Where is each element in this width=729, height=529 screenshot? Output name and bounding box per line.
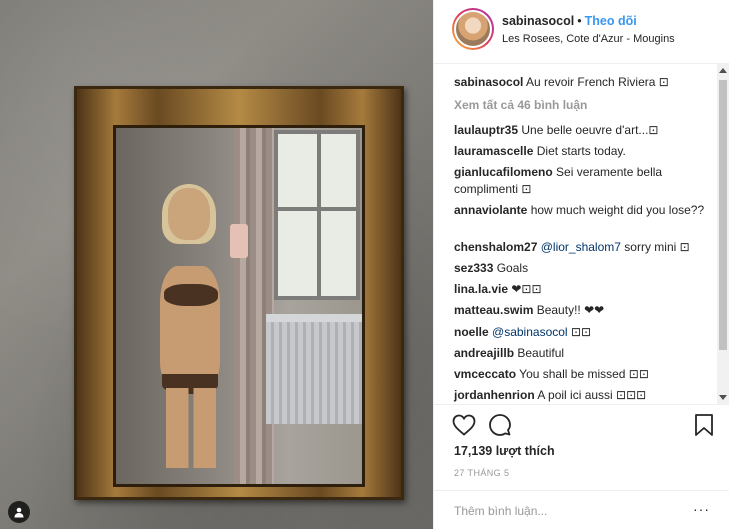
- swimwear-top: [164, 284, 218, 306]
- comment-icon-svg: [489, 414, 511, 436]
- person-icon: [14, 507, 24, 518]
- follow-button[interactable]: Theo dõi: [585, 14, 637, 28]
- comment-text: Beauty!! ❤❤: [536, 303, 605, 317]
- comment-username[interactable]: chenshalom27: [454, 240, 537, 254]
- comment-text: Beautiful: [517, 346, 565, 360]
- scroll-down-arrow-icon[interactable]: [719, 395, 727, 400]
- comment-item: noelle @sabinasocol ⊡⊡: [454, 324, 712, 341]
- comments-scrollbar[interactable]: [717, 64, 729, 404]
- user-line: sabinasocol • Theo dõi: [502, 14, 637, 28]
- comment-mention[interactable]: @lior_shalom7: [541, 240, 621, 254]
- post-photo[interactable]: [0, 0, 433, 529]
- mirror-reflection: [113, 125, 365, 487]
- comment-icon[interactable]: [488, 413, 512, 437]
- comment-username[interactable]: jordanhenrion: [454, 388, 535, 402]
- comment-item: andreajillb Beautiful: [454, 345, 712, 362]
- location-link[interactable]: Les Rosees, Cote d'Azur - Mougins: [502, 33, 675, 45]
- comment-text: ⊡⊡: [570, 325, 592, 339]
- comment-input[interactable]: [454, 501, 674, 521]
- comment-item: jordanhenrion A poil ici aussi ⊡⊡⊡: [454, 387, 712, 404]
- comment-text: sorry mini ⊡: [624, 240, 690, 254]
- scrollbar-thumb[interactable]: [719, 80, 727, 350]
- comment-text: Une belle oeuvre d'art...⊡: [521, 123, 659, 137]
- comment-text: Goals: [496, 261, 529, 275]
- comment-text: Au revoir French Riviera ⊡: [526, 75, 669, 89]
- comment-item: annaviolante how much weight did you los…: [454, 202, 712, 219]
- add-comment-bar: ···: [434, 490, 729, 529]
- avatar-image: [454, 10, 492, 48]
- comment-item: matteau.swim Beauty!! ❤❤: [454, 302, 712, 319]
- comment-list: sabinasocol Au revoir French Riviera ⊡ X…: [434, 64, 729, 404]
- window: [274, 130, 360, 300]
- heart-icon-svg: [452, 414, 476, 436]
- comment-username[interactable]: lauramascelle: [454, 144, 533, 158]
- legs: [166, 388, 216, 468]
- comment-username[interactable]: sez333: [454, 261, 493, 275]
- comment-username[interactable]: noelle: [454, 325, 489, 339]
- mirror-frame: [74, 86, 404, 500]
- action-bar: [434, 404, 729, 442]
- comment-username[interactable]: lina.la.vie: [454, 282, 508, 296]
- scroll-up-arrow-icon[interactable]: [719, 68, 727, 73]
- comment-text: Diet starts today.: [536, 144, 626, 158]
- comment-username[interactable]: vmceccato: [454, 367, 516, 381]
- post-sidebar: sabinasocol • Theo dõi Les Rosees, Cote d'…: [433, 0, 729, 529]
- post-header: sabinasocol • Theo dõi Les Rosees, Cote d'…: [434, 0, 729, 64]
- user-tag-icon[interactable]: [8, 501, 30, 523]
- comment-username[interactable]: gianlucafilomeno: [454, 165, 553, 179]
- phone: [230, 224, 248, 258]
- separator-dot: •: [577, 14, 582, 28]
- post-date[interactable]: 27 THÁNG 5: [454, 468, 509, 478]
- comment-username[interactable]: annaviolante: [454, 203, 527, 217]
- comment-item: laulauptr35 Une belle oeuvre d'art...⊡: [454, 122, 712, 139]
- comment-text: ❤⊡⊡: [511, 282, 542, 296]
- comment-text: A poil ici aussi ⊡⊡⊡: [537, 388, 647, 402]
- bookmark-icon-svg: [695, 414, 713, 436]
- comment-item: sez333 Goals: [454, 260, 712, 277]
- comment-item: lauramascelle Diet starts today.: [454, 143, 712, 160]
- comment-username[interactable]: sabinasocol: [454, 75, 523, 89]
- avatar[interactable]: [452, 8, 494, 50]
- comment-text: how much weight did you lose??: [530, 203, 705, 217]
- person-figure: [146, 184, 248, 468]
- comment-username[interactable]: andreajillb: [454, 346, 514, 360]
- more-options-button[interactable]: ···: [693, 501, 710, 517]
- caption: sabinasocol Au revoir French Riviera ⊡: [454, 74, 712, 91]
- comment-item: chenshalom27 @lior_shalom7 sorry mini ⊡: [454, 239, 712, 256]
- head: [168, 188, 210, 240]
- heart-icon[interactable]: [452, 413, 476, 437]
- comment-item: lina.la.vie ❤⊡⊡: [454, 281, 712, 298]
- comment-item: gianlucafilomeno Sei veramente bella com…: [454, 164, 712, 198]
- like-count[interactable]: 17,139 lượt thích: [454, 444, 555, 458]
- bookmark-icon[interactable]: [692, 413, 716, 437]
- view-all-comments-button[interactable]: Xem tất cả 46 bình luận: [454, 98, 587, 112]
- username-link[interactable]: sabinasocol: [502, 14, 574, 28]
- comment-username[interactable]: laulauptr35: [454, 123, 518, 137]
- radiator: [266, 314, 362, 424]
- comment-text: You shall be missed ⊡⊡: [519, 367, 649, 381]
- comment-mention[interactable]: @sabinasocol: [492, 325, 568, 339]
- comment-item: vmceccato You shall be missed ⊡⊡: [454, 366, 712, 383]
- comment-username[interactable]: matteau.swim: [454, 303, 533, 317]
- curtain: [234, 128, 274, 484]
